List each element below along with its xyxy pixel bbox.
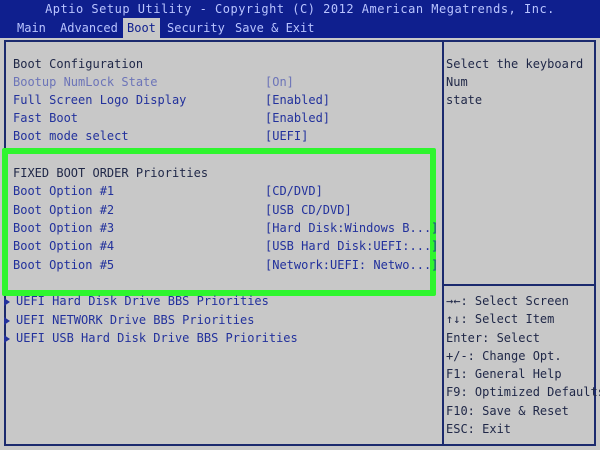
key-enter-select: Enter: Select <box>446 330 540 345</box>
submenu-arrow-icon <box>4 316 10 325</box>
boot-option-2-label[interactable]: Boot Option #2 <box>13 201 114 219</box>
key-change-opt: +/-: Change Opt. <box>446 348 562 363</box>
key-optimized-defaults: F9: Optimized Defaults <box>446 385 600 400</box>
key-general-help: F1: General Help <box>446 367 562 382</box>
key-select-screen: →←: Select Screen <box>446 294 569 308</box>
boot-option-5-label[interactable]: Boot Option #5 <box>13 256 114 274</box>
boot-option-4-value[interactable]: [USB Hard Disk:UEFI:...] <box>265 237 438 255</box>
setting-label-numlock[interactable]: Bootup NumLock State <box>13 73 158 91</box>
submenu-arrow-icon <box>4 297 10 306</box>
panel-divider-vertical <box>442 42 444 444</box>
bios-screen: Aptio Setup Utility - Copyright (C) 2012… <box>0 0 600 450</box>
submenu-uefi-hdd[interactable]: UEFI Hard Disk Drive BBS Priorities <box>4 292 269 310</box>
submenu-label: UEFI USB Hard Disk Drive BBS Priorities <box>16 331 298 345</box>
help-text: Select the keyboard Num state <box>446 55 596 109</box>
boot-option-4-label[interactable]: Boot Option #4 <box>13 237 114 255</box>
setting-label-fastboot[interactable]: Fast Boot <box>13 109 78 127</box>
help-text-line-1: Select the keyboard Num <box>446 57 584 89</box>
setting-value-fastboot[interactable]: [Enabled] <box>265 109 330 127</box>
boot-option-3-value[interactable]: [Hard Disk:Windows B...] <box>265 219 438 237</box>
setting-value-numlock: [On] <box>265 75 294 89</box>
boot-option-3-label[interactable]: Boot Option #3 <box>13 219 114 237</box>
boot-option-5-value[interactable]: [Network:UEFI: Netwo...] <box>265 256 438 274</box>
title-bar: Aptio Setup Utility - Copyright (C) 2012… <box>0 0 600 18</box>
tab-boot[interactable]: Boot <box>123 18 160 38</box>
submenu-arrow-icon <box>4 334 10 343</box>
boot-option-1-label[interactable]: Boot Option #1 <box>13 182 114 200</box>
menu-bar: Main Advanced Boot Security Save & Exit <box>0 18 600 38</box>
submenu-label: UEFI Hard Disk Drive BBS Priorities <box>16 294 269 308</box>
key-select-item: ↑↓: Select Item <box>446 312 555 327</box>
tab-security[interactable]: Security <box>167 18 225 38</box>
key-save-reset: F10: Save & Reset <box>446 403 569 418</box>
setting-value-bootmode[interactable]: [UEFI] <box>265 127 308 145</box>
boot-order-heading: FIXED BOOT ORDER Priorities <box>13 166 209 180</box>
tab-save-exit[interactable]: Save & Exit <box>235 18 314 38</box>
setting-label-logo[interactable]: Full Screen Logo Display <box>13 91 186 109</box>
submenu-uefi-usb-hdd[interactable]: UEFI USB Hard Disk Drive BBS Priorities <box>4 329 298 347</box>
boot-option-1-value[interactable]: [CD/DVD] <box>265 182 323 200</box>
boot-option-2-value[interactable]: [USB CD/DVD] <box>265 201 352 219</box>
section-title: Boot Configuration <box>13 57 144 71</box>
key-exit: ESC: Exit <box>446 422 512 437</box>
submenu-label: UEFI NETWORK Drive BBS Priorities <box>16 313 255 327</box>
tab-advanced[interactable]: Advanced <box>60 18 118 38</box>
tab-main[interactable]: Main <box>17 18 46 38</box>
help-divider <box>444 284 596 286</box>
submenu-uefi-network[interactable]: UEFI NETWORK Drive BBS Priorities <box>4 311 254 329</box>
key-legend: →←: Select Screen ↑↓: Select Item Enter:… <box>446 292 600 438</box>
setting-value-logo[interactable]: [Enabled] <box>265 91 330 109</box>
help-text-line-2: state <box>446 93 483 107</box>
setting-label-bootmode[interactable]: Boot mode select <box>13 127 129 145</box>
